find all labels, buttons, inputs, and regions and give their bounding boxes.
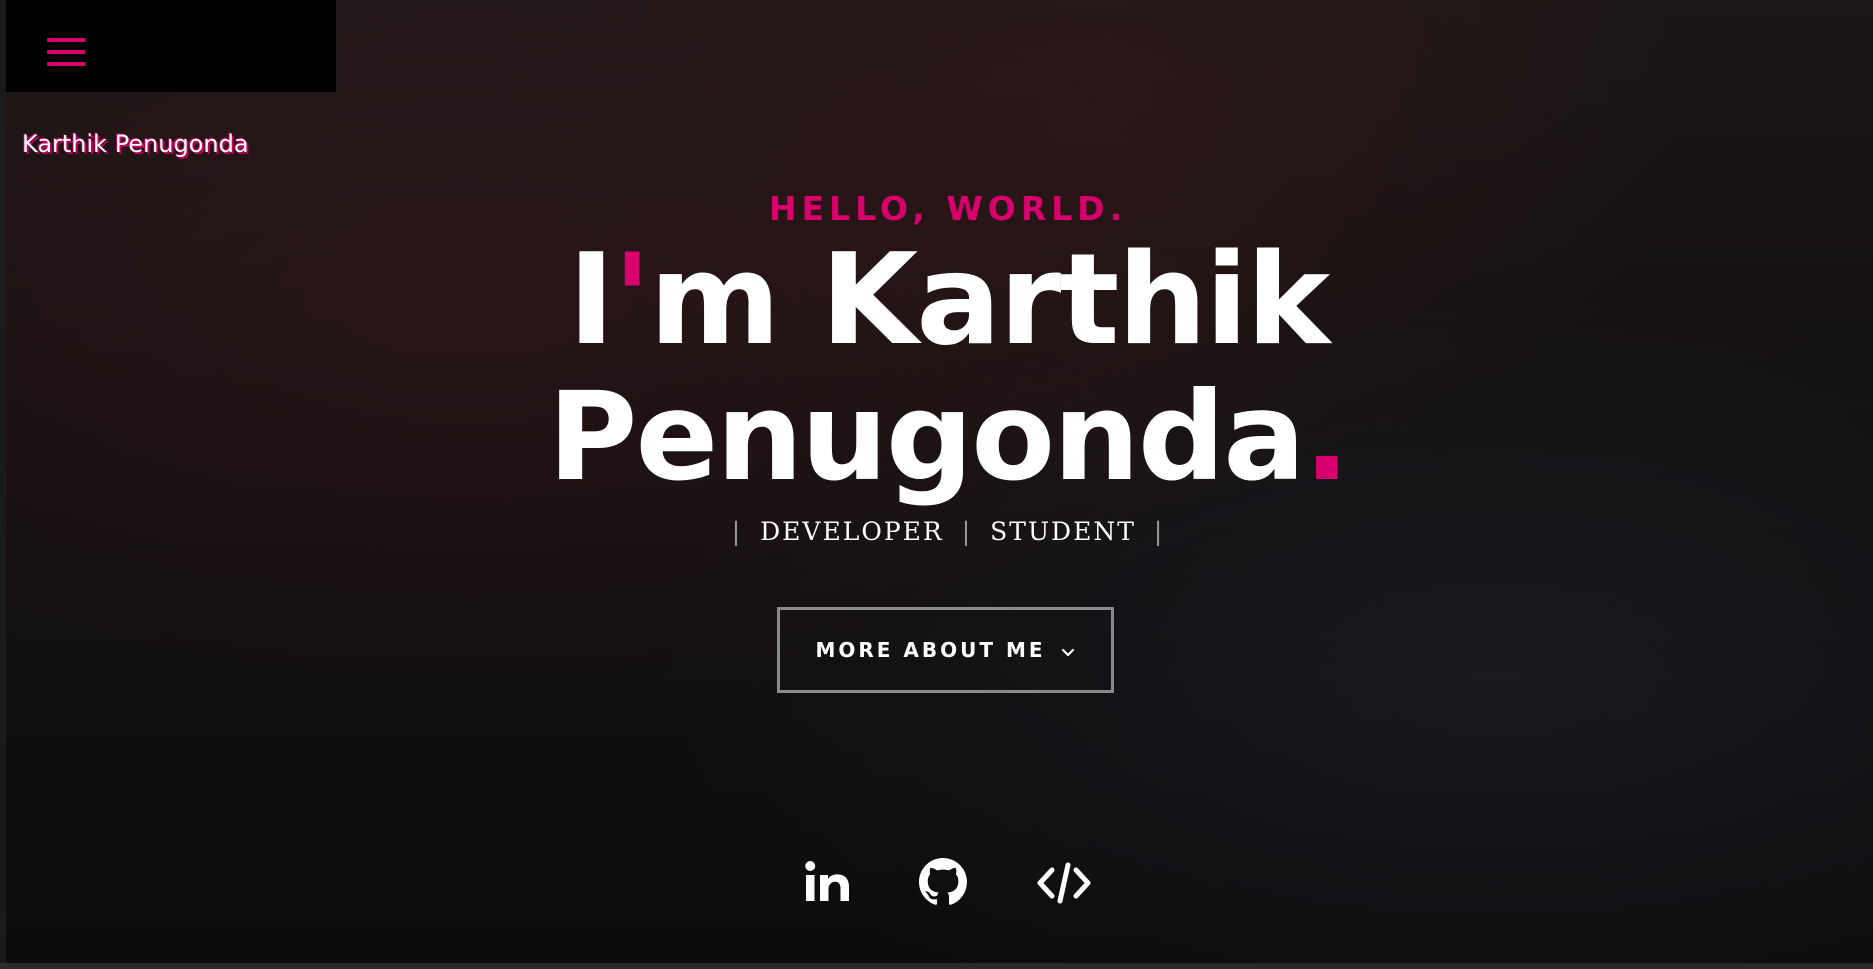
linkedin-icon[interactable]	[803, 858, 853, 918]
cta-label: MORE ABOUT ME	[815, 638, 1046, 662]
github-icon[interactable]	[919, 858, 967, 918]
headline-apostrophe: '	[612, 226, 652, 373]
role-separator: |	[961, 517, 973, 546]
headline-line-2: Penugonda.	[0, 362, 1873, 512]
role-student: STUDENT	[990, 517, 1136, 546]
chevron-down-icon	[1060, 642, 1076, 658]
role-separator: |	[1153, 517, 1165, 546]
headline-prefix: I	[567, 226, 615, 373]
headline-surname: Penugonda	[548, 366, 1306, 508]
headline-line-1: I'm Karthik	[0, 225, 1873, 375]
more-about-me-button[interactable]: MORE ABOUT ME	[777, 607, 1114, 693]
role-developer: DEVELOPER	[760, 517, 944, 546]
headline-period: .	[1303, 366, 1350, 508]
roles-list: | DEVELOPER | STUDENT |	[0, 517, 1873, 546]
hero-kicker: HELLO, WORLD.	[768, 189, 1128, 228]
code-icon[interactable]	[1036, 858, 1092, 918]
role-separator: |	[731, 517, 743, 546]
headline-rest: m Karthik	[649, 226, 1330, 373]
hero-content: HELLO, WORLD. I'm Karthik Penugonda. | DE…	[0, 0, 1873, 969]
